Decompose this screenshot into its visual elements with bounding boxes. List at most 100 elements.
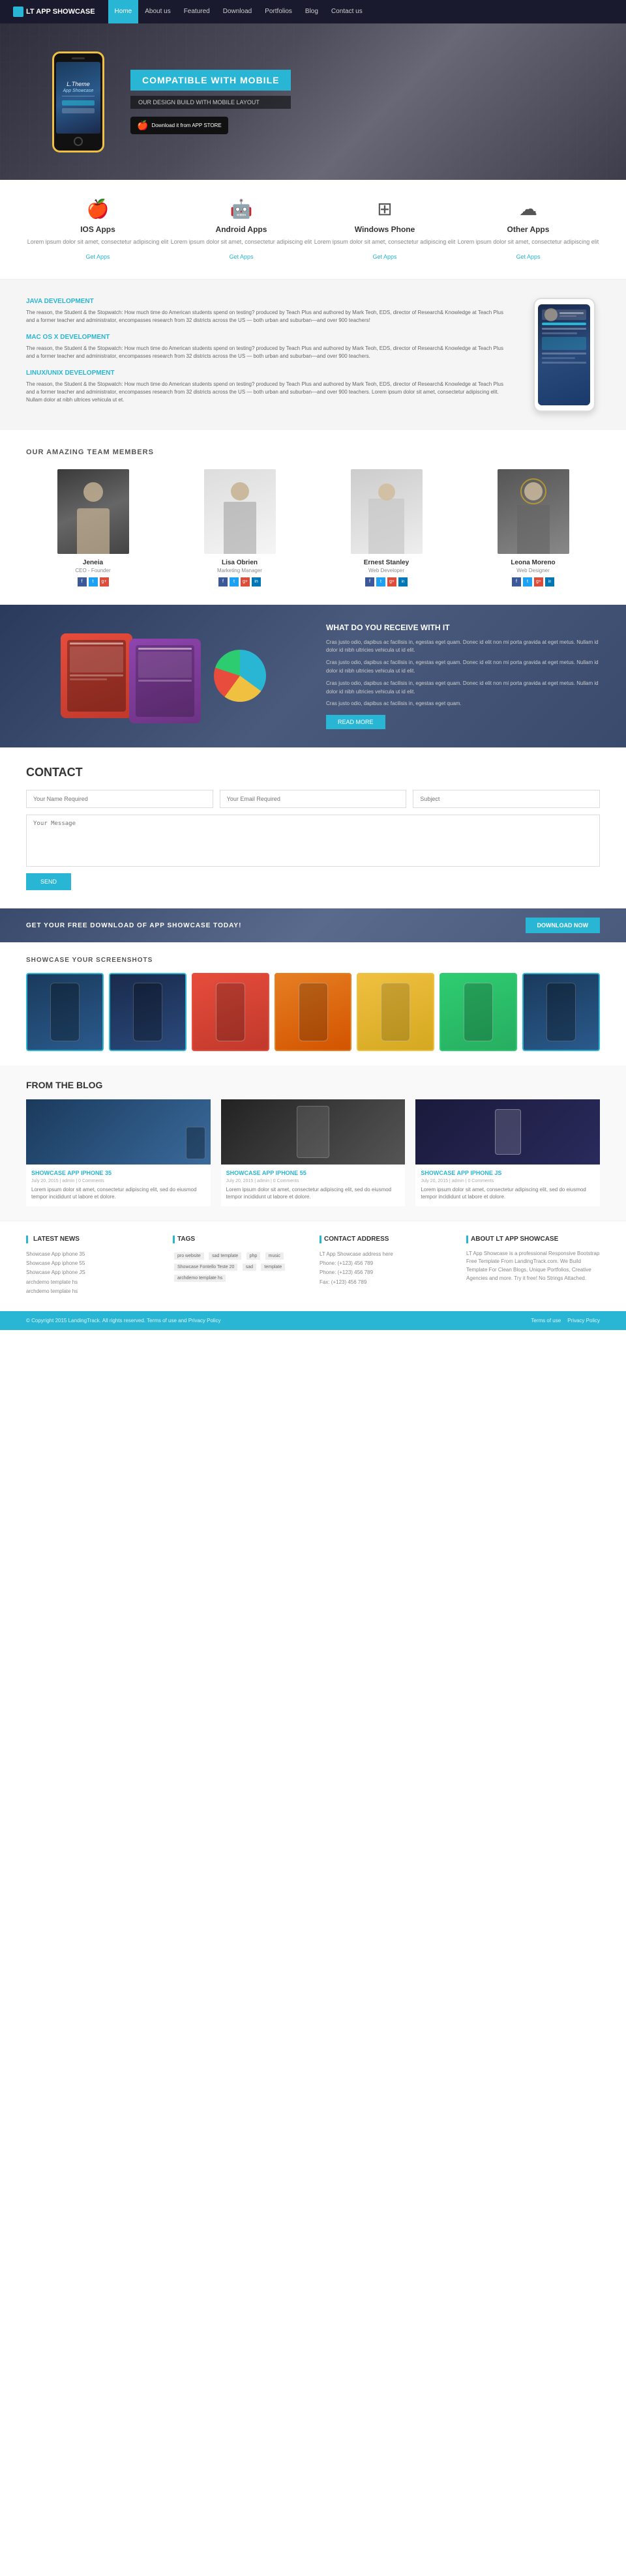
email-input[interactable] — [220, 790, 407, 808]
hero-badge: COMPATIBLE WITH MOBILE — [130, 70, 291, 91]
nav-download[interactable]: Download — [216, 0, 258, 23]
main-nav: Home About us Featured Download Portfoli… — [108, 0, 369, 23]
windows-link[interactable]: Get Apps — [372, 253, 396, 260]
tag-2[interactable]: sad template — [209, 1252, 241, 1260]
dev-linux-text: The reason, the Student & the Stopwatch:… — [26, 381, 509, 404]
team-member-4: Leona Moreno Web Designer f t g+ in — [466, 469, 600, 586]
screenshot-2 — [109, 973, 186, 1051]
download-banner: GET YOUR FREE DOWNLOAD OF APP SHOWCASE T… — [0, 908, 626, 942]
tag-4[interactable]: music — [265, 1252, 284, 1260]
tag-5[interactable]: Showcase Fontello Teste 20 — [174, 1264, 237, 1271]
gp-icon-2[interactable]: g+ — [241, 577, 250, 586]
subject-input[interactable] — [413, 790, 600, 808]
phone-app-subtitle: App Showcase — [63, 89, 94, 93]
footer-col-contact: CONTACT ADDRESS LT App Showcase address … — [320, 1236, 453, 1297]
tw-icon-3[interactable]: t — [376, 577, 385, 586]
news-link-4[interactable]: archdemo template hs — [26, 1278, 160, 1287]
receive-p2: Cras justo odio, dapibus ac facilisis in… — [326, 659, 600, 676]
header: LT APP SHOWCASE Home About us Featured D… — [0, 0, 626, 23]
appstore-button[interactable]: 🍎 Download it from APP STORE — [130, 117, 228, 134]
screenshot-6 — [440, 973, 517, 1051]
tag-8[interactable]: archdemo template hs — [174, 1275, 226, 1282]
blog-post-3: SHOWCASE APP IPHONE JS July 20, 2015 | a… — [415, 1099, 600, 1206]
blog-img-3 — [415, 1099, 600, 1165]
fb-icon-1[interactable]: f — [78, 577, 87, 586]
member-photo-3 — [351, 469, 423, 554]
member-role-4: Web Designer — [466, 568, 600, 573]
ios-icon: 🍎 — [26, 198, 170, 220]
tag-6[interactable]: sad — [243, 1264, 256, 1271]
member-role-2: Marketing Manager — [173, 568, 306, 573]
blog-img-2 — [221, 1099, 406, 1165]
blog-meta-2: July 20, 2015 | admin | 0 Comments — [226, 1179, 400, 1183]
fb-icon-2[interactable]: f — [218, 577, 228, 586]
li-icon-4[interactable]: in — [545, 577, 554, 586]
gp-icon-3[interactable]: g+ — [387, 577, 396, 586]
tw-icon-2[interactable]: t — [230, 577, 239, 586]
blog-grid: SHOWCASE APP IPHONE 35 July 20, 2015 | a… — [26, 1099, 600, 1206]
tw-icon-1[interactable]: t — [89, 577, 98, 586]
other-link[interactable]: Get Apps — [516, 253, 540, 260]
nav-featured[interactable]: Featured — [177, 0, 216, 23]
social-links-1: f t g+ — [26, 577, 160, 586]
footer-about-title: ABOUT LT APP SHOWCASE — [466, 1236, 600, 1243]
footer-link-terms[interactable]: Terms of use — [531, 1318, 561, 1324]
download-now-button[interactable]: DOWNLOAD NOW — [526, 918, 601, 933]
phone-speaker — [72, 57, 85, 59]
dev-section: JAVA DEVELOPMENT The reason, the Student… — [0, 280, 626, 430]
dev-phone — [528, 298, 600, 412]
fb-icon-3[interactable]: f — [365, 577, 374, 586]
news-link-3[interactable]: Showcase App iphone JS — [26, 1268, 160, 1277]
message-input[interactable] — [26, 815, 600, 867]
form-row-1 — [26, 790, 600, 808]
nav-contact[interactable]: Contact us — [325, 0, 369, 23]
receive-text: WHAT DO YOU RECEIVE WITH IT Cras justo o… — [326, 623, 600, 730]
dev-java-text: The reason, the Student & the Stopwatch:… — [26, 309, 509, 325]
gp-icon-4[interactable]: g+ — [534, 577, 543, 586]
member-name-3: Ernest Stanley — [320, 559, 453, 566]
li-icon-3[interactable]: in — [398, 577, 408, 586]
tag-1[interactable]: pro website — [174, 1252, 204, 1260]
social-links-4: f t g+ in — [466, 577, 600, 586]
windows-desc: Lorem ipsum dolor sit amet, consectetur … — [313, 238, 456, 246]
news-link-1[interactable]: Showcase App iphone 35 — [26, 1250, 160, 1259]
nav-portfolios[interactable]: Portfolios — [258, 0, 299, 23]
footer-col-news: LATEST NEWS Showcase App iphone 35 Showc… — [26, 1236, 160, 1297]
other-desc: Lorem ipsum dolor sit amet, consectetur … — [456, 238, 600, 246]
team-title: OUR AMAZING TEAM MEMBERS — [26, 448, 600, 456]
blog-post-title-2[interactable]: SHOWCASE APP IPHONE 55 — [226, 1170, 400, 1176]
blog-post-title-1[interactable]: SHOWCASE APP IPHONE 35 — [31, 1170, 205, 1176]
tag-3[interactable]: php — [246, 1252, 261, 1260]
news-link-2[interactable]: Showcase App iphone 55 — [26, 1259, 160, 1268]
nav-about[interactable]: About us — [138, 0, 177, 23]
footer-about-text: LT App Showcase is a professional Respon… — [466, 1250, 600, 1283]
contact-title: CONTACT — [26, 766, 600, 779]
blog-content-3: SHOWCASE APP IPHONE JS July 20, 2015 | a… — [415, 1165, 600, 1206]
gp-icon-1[interactable]: g+ — [100, 577, 109, 586]
contact-phone2: Phone: (+123) 456 789 — [320, 1268, 453, 1277]
ios-link[interactable]: Get Apps — [85, 253, 110, 260]
name-input[interactable] — [26, 790, 213, 808]
tw-icon-4[interactable]: t — [523, 577, 532, 586]
nav-home[interactable]: Home — [108, 0, 139, 23]
tag-7[interactable]: template — [261, 1264, 285, 1271]
member-name-1: Jeneia — [26, 559, 160, 566]
footer-link-privacy[interactable]: Privacy Policy — [567, 1318, 600, 1324]
dev-java-title: JAVA DEVELOPMENT — [26, 298, 509, 305]
fb-icon-4[interactable]: f — [512, 577, 521, 586]
android-link[interactable]: Get Apps — [229, 253, 253, 260]
read-more-button[interactable]: READ MORE — [326, 715, 385, 729]
footer-contact-title: CONTACT ADDRESS — [320, 1236, 453, 1243]
screenshot-1 — [26, 973, 104, 1051]
blog-post-title-3[interactable]: SHOWCASE APP IPHONE JS — [421, 1170, 595, 1176]
contact-fax: Fax: (+123) 456 789 — [320, 1278, 453, 1287]
team-grid: Jeneia CEO - Founder f t g+ Lisa Obrien … — [26, 469, 600, 586]
nav-blog[interactable]: Blog — [299, 0, 325, 23]
news-link-5[interactable]: archdemo template hs — [26, 1287, 160, 1296]
member-role-3: Web Developer — [320, 568, 453, 573]
li-icon-2[interactable]: in — [252, 577, 261, 586]
receive-visuals — [26, 629, 300, 723]
screenshot-4 — [275, 973, 352, 1051]
member-photo-1 — [57, 469, 129, 554]
send-button[interactable]: SEND — [26, 873, 71, 890]
